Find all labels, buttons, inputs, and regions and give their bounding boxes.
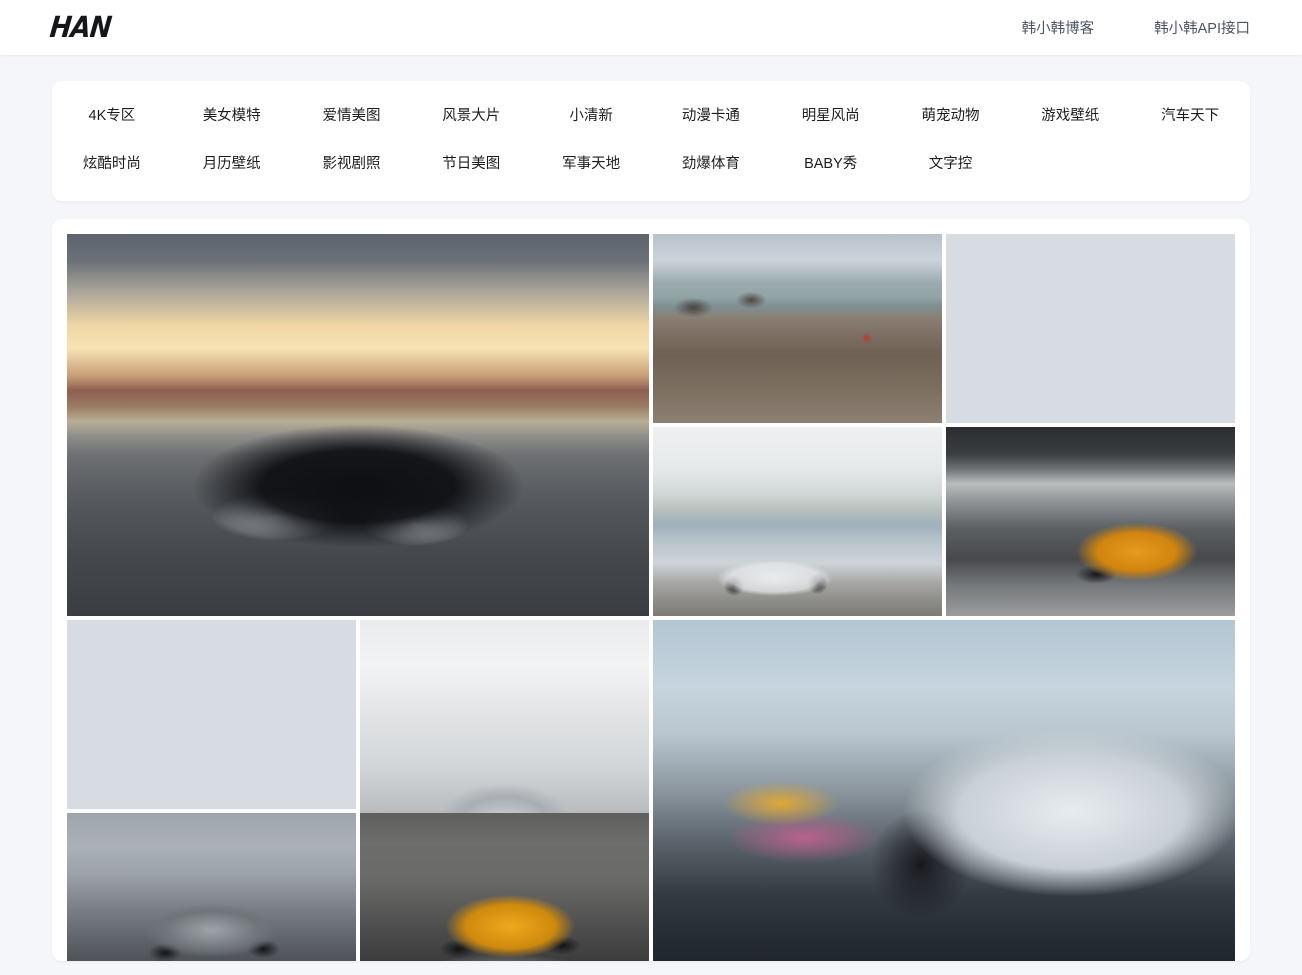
wallpaper-thumbnail-image — [946, 427, 1235, 616]
wallpaper-thumbnail-image — [67, 813, 356, 961]
category-item-baby[interactable]: BABY秀 — [771, 151, 891, 177]
wallpaper-tile-rocky-beach-red-car[interactable] — [653, 234, 942, 423]
wallpaper-tile-white-mustang-flower-field[interactable] — [653, 620, 1235, 961]
category-item-models[interactable]: 美女模特 — [172, 103, 292, 129]
category-item-fashion[interactable]: 炫酷时尚 — [52, 151, 172, 177]
wallpaper-gallery-card — [52, 219, 1250, 961]
category-item-anime[interactable]: 动漫卡通 — [651, 103, 771, 129]
site-logo[interactable]: HAN — [48, 11, 112, 45]
wallpaper-thumbnail-image — [67, 620, 356, 809]
wallpaper-tile-red-race-car-planet-sky[interactable] — [67, 620, 356, 809]
category-item-cars[interactable]: 汽车天下 — [1130, 103, 1250, 129]
wallpaper-tile-black-sports-car-sunset[interactable] — [67, 234, 649, 616]
wallpaper-thumbnail-image — [653, 427, 942, 616]
category-item-text[interactable]: 文字控 — [891, 151, 1011, 177]
wallpaper-thumbnail-image — [946, 234, 1235, 423]
header-link-api[interactable]: 韩小韩API接口 — [1154, 17, 1250, 38]
wallpaper-tile-orange-mustang-underpass[interactable] — [946, 427, 1235, 616]
category-item-holiday[interactable]: 节日美图 — [411, 151, 531, 177]
page-body: 4K专区 美女模特 爱情美图 风景大片 小清新 动漫卡通 明星风尚 萌宠动物 游… — [0, 55, 1302, 961]
category-item-games[interactable]: 游戏壁纸 — [1010, 103, 1130, 129]
category-item-fresh[interactable]: 小清新 — [531, 103, 651, 129]
header-nav: 韩小韩博客 韩小韩API接口 — [1022, 17, 1250, 38]
wallpaper-tile-formula-one-harbour[interactable] — [653, 427, 942, 616]
header-link-blog[interactable]: 韩小韩博客 — [1022, 17, 1095, 38]
wallpaper-thumbnail-image — [653, 620, 1235, 961]
category-nav-card: 4K专区 美女模特 爱情美图 风景大片 小清新 动漫卡通 明星风尚 萌宠动物 游… — [52, 81, 1250, 201]
wallpaper-grid — [67, 234, 1235, 961]
category-item-4k[interactable]: 4K专区 — [52, 103, 172, 129]
category-item-love[interactable]: 爱情美图 — [292, 103, 412, 129]
wallpaper-tile-yellow-mclaren-studio[interactable] — [360, 813, 649, 961]
category-item-military[interactable]: 军事天地 — [531, 151, 651, 177]
wallpaper-thumbnail-image — [653, 234, 942, 423]
category-item-sports[interactable]: 劲爆体育 — [651, 151, 771, 177]
wallpaper-thumbnail-image — [360, 813, 649, 961]
site-header: HAN 韩小韩博客 韩小韩API接口 — [0, 0, 1302, 55]
wallpaper-tile-bmw-wheel-desert[interactable] — [946, 234, 1235, 423]
category-item-calendar[interactable]: 月历壁纸 — [172, 151, 292, 177]
category-item-movies[interactable]: 影视剧照 — [292, 151, 412, 177]
category-item-pets[interactable]: 萌宠动物 — [891, 103, 1011, 129]
category-grid: 4K专区 美女模特 爱情美图 风景大片 小清新 动漫卡通 明星风尚 萌宠动物 游… — [52, 103, 1250, 177]
wallpaper-tile-grey-mclaren-circuit[interactable] — [67, 813, 356, 961]
category-item-celebrity[interactable]: 明星风尚 — [771, 103, 891, 129]
category-item-scenery[interactable]: 风景大片 — [411, 103, 531, 129]
wallpaper-thumbnail-image — [67, 234, 649, 616]
